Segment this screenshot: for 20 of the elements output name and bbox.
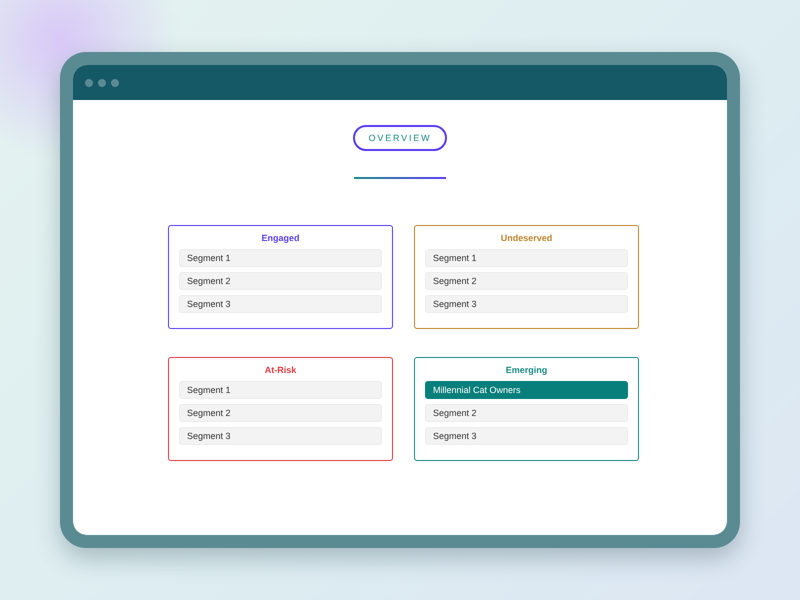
window-dot-icon (111, 78, 119, 86)
overview-label: OVERVIEW (352, 125, 448, 151)
segment-item[interactable]: Segment 1 (425, 249, 628, 267)
segment-item[interactable]: Segment 3 (179, 295, 382, 313)
window-dot-icon (85, 78, 93, 86)
card-title: At-Risk (264, 365, 296, 375)
segment-item[interactable]: Segment 1 (179, 249, 382, 267)
card-title: Undeserved (500, 233, 552, 243)
segment-item[interactable]: Segment 3 (425, 295, 628, 313)
segment-item[interactable]: Segment 2 (179, 272, 382, 290)
segment-item[interactable]: Millennial Cat Owners (425, 381, 628, 399)
segment-item[interactable]: Segment 1 (179, 381, 382, 399)
segment-item[interactable]: Segment 3 (425, 427, 628, 445)
card-title: Engaged (261, 233, 300, 243)
segment-item[interactable]: Segment 2 (425, 404, 628, 422)
segment-item[interactable]: Segment 3 (179, 427, 382, 445)
segment-item[interactable]: Segment 2 (425, 272, 628, 290)
card-title: Emerging (506, 365, 548, 375)
window-dot-icon (98, 78, 106, 86)
segment-item[interactable]: Segment 2 (179, 404, 382, 422)
